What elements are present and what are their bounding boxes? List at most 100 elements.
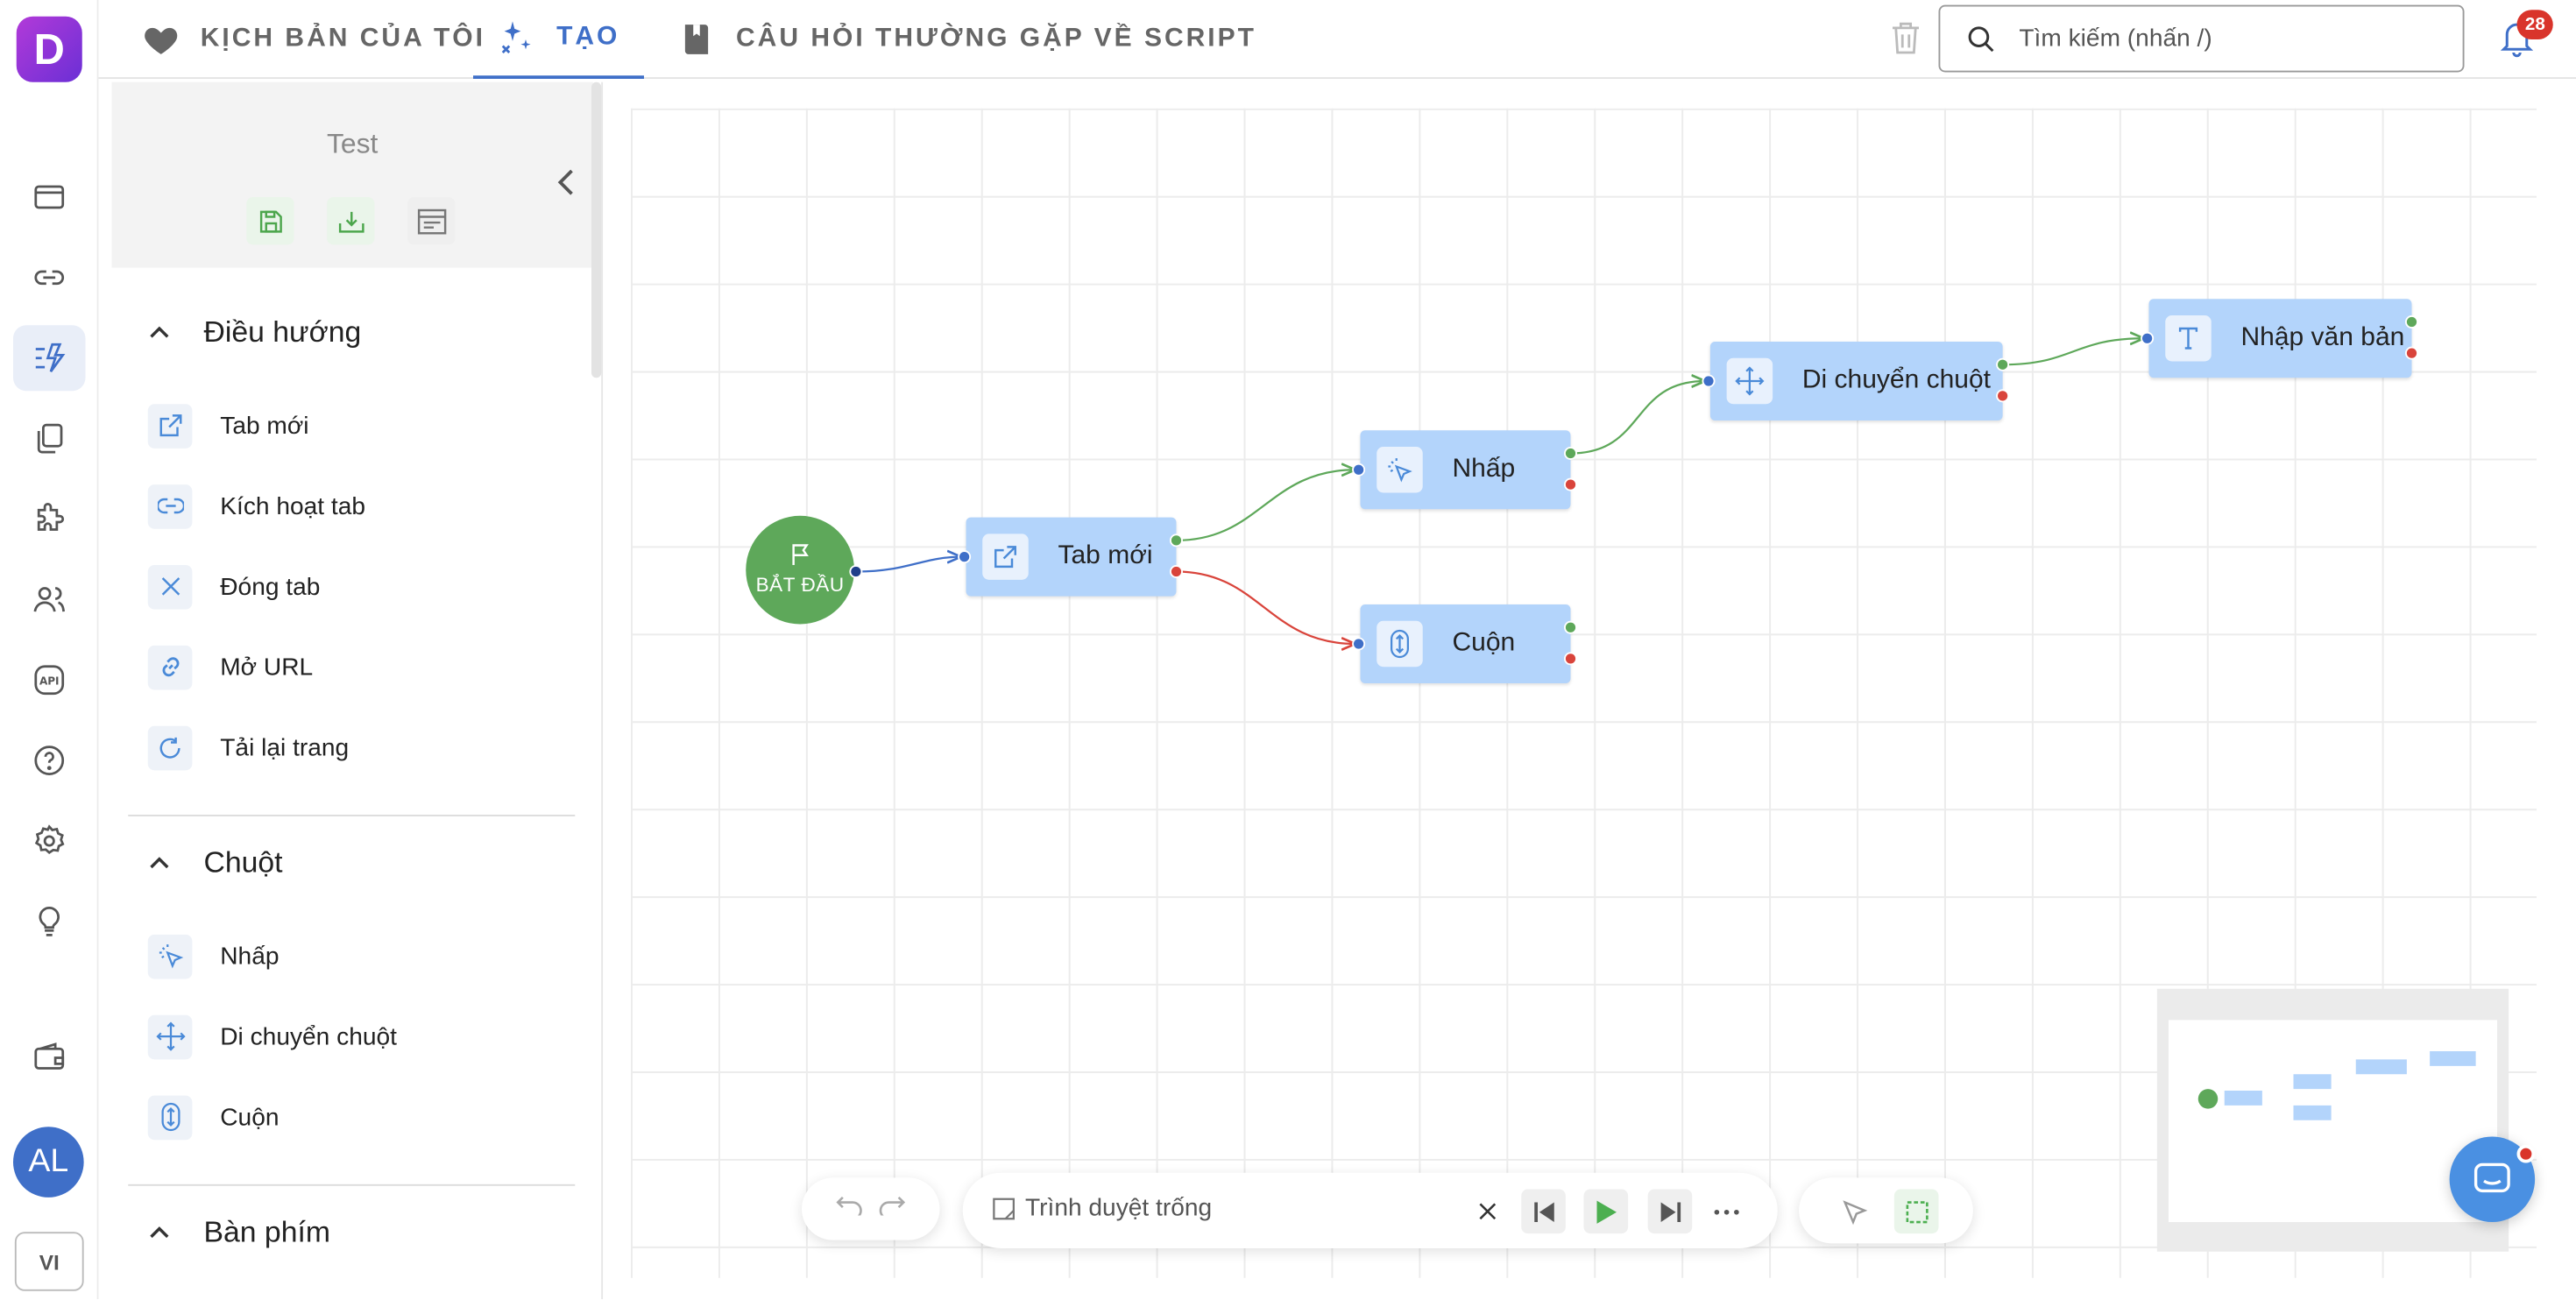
open-external-icon — [982, 533, 1029, 580]
section-navigation-header[interactable]: Điều hướng — [148, 312, 361, 351]
clear-browser-close-icon[interactable] — [1466, 1190, 1511, 1234]
user-avatar[interactable]: AL — [13, 1127, 84, 1198]
help-icon[interactable] — [13, 728, 86, 794]
run-toolbar: Trình duyệt trống — [962, 1172, 1778, 1248]
browser-selector[interactable]: Trình duyệt trống — [993, 1194, 1212, 1222]
undo-icon[interactable] — [836, 1194, 862, 1224]
chevron-up-icon — [150, 326, 169, 338]
box-select-icon[interactable] — [1893, 1189, 1939, 1234]
action-new-tab[interactable]: Tab mới — [147, 402, 309, 449]
settings-gear-icon[interactable] — [13, 809, 86, 874]
lightbulb-icon[interactable] — [13, 888, 86, 954]
minimap-viewport — [2169, 1020, 2497, 1222]
node-type-text-fail-port[interactable] — [2405, 346, 2418, 360]
start-node[interactable]: BẮT ĐẦU — [746, 515, 854, 625]
play-icon[interactable] — [1583, 1189, 1629, 1234]
team-users-icon[interactable] — [13, 567, 86, 632]
node-new-tab-success-port[interactable] — [1170, 533, 1183, 548]
action-click[interactable]: Nhấp — [147, 933, 280, 979]
link-icon[interactable] — [13, 244, 86, 310]
minimap[interactable] — [2156, 988, 2509, 1252]
node-scroll-success-port[interactable] — [1564, 620, 1577, 634]
action-close-tab[interactable]: Đóng tab — [147, 563, 320, 610]
node-move-mouse-input-port[interactable] — [1702, 374, 1716, 388]
edge-move-mouse-to-type-text — [2002, 338, 2144, 366]
node-new-tab-fail-port[interactable] — [1170, 565, 1183, 578]
save-icon[interactable] — [246, 197, 294, 245]
tab-my-scripts[interactable]: KỊCH BẢN CỦA TÔI — [141, 0, 485, 79]
skip-back-icon[interactable] — [1521, 1189, 1566, 1234]
action-label: Nhấp — [220, 942, 280, 971]
tab-script-faq-label: CÂU HỎI THƯỜNG GẶP VỀ SCRIPT — [736, 25, 1256, 53]
note-icon — [993, 1197, 1015, 1219]
import-download-icon[interactable] — [327, 197, 375, 245]
browser-window-icon[interactable] — [13, 165, 86, 230]
node-new-tab[interactable]: Tab mới — [966, 517, 1177, 597]
action-activate-tab[interactable]: Kích hoạt tab — [147, 483, 365, 529]
node-scroll[interactable]: Cuộn — [1360, 604, 1571, 683]
action-label: Cuộn — [220, 1103, 280, 1131]
language-switcher[interactable]: VI — [14, 1232, 84, 1291]
start-output-port[interactable] — [849, 565, 863, 578]
minimap-node — [2430, 1051, 2476, 1066]
node-move-mouse-fail-port[interactable] — [1996, 389, 2010, 403]
trash-icon[interactable] — [1889, 20, 1922, 65]
wallet-icon[interactable] — [13, 1025, 86, 1091]
action-move-mouse[interactable]: Di chuyển chuột — [147, 1014, 397, 1060]
node-click-input-port[interactable] — [1352, 463, 1366, 477]
app-logo[interactable]: D — [16, 16, 82, 82]
node-move-mouse-success-port[interactable] — [1996, 357, 2010, 371]
profiles-copy-icon[interactable] — [13, 406, 86, 471]
redo-icon[interactable] — [879, 1194, 906, 1224]
link-icon — [147, 484, 193, 528]
chat-icon — [2473, 1162, 2510, 1193]
search-box[interactable] — [1938, 4, 2465, 73]
node-move-mouse[interactable]: Di chuyển chuột — [1709, 342, 2003, 420]
book-icon — [684, 25, 709, 54]
node-type-text-success-port[interactable] — [2405, 315, 2418, 329]
minimap-node — [2293, 1074, 2332, 1090]
collapse-panel-chevron-icon[interactable] — [556, 167, 578, 205]
node-click-fail-port[interactable] — [1564, 477, 1577, 491]
node-click-success-port[interactable] — [1564, 447, 1577, 460]
chat-unread-dot — [2516, 1144, 2536, 1163]
script-automation-icon[interactable] — [13, 325, 86, 392]
action-reload-page[interactable]: Tải lại trang — [147, 724, 349, 771]
cursor-click-icon — [1376, 447, 1423, 493]
section-keyboard-header[interactable]: Bàn phím — [148, 1212, 330, 1252]
panel-scrollbar[interactable] — [591, 81, 602, 378]
start-node-label: BẮT ĐẦU — [755, 573, 845, 597]
skip-forward-icon[interactable] — [1647, 1189, 1693, 1234]
section-mouse-header[interactable]: Chuột — [148, 843, 283, 882]
node-type-text[interactable]: Nhập văn bản — [2148, 299, 2412, 378]
node-scroll-fail-port[interactable] — [1564, 652, 1577, 666]
section-mouse-title: Chuột — [203, 844, 283, 879]
node-label: Cuộn — [1452, 629, 1516, 657]
script-name[interactable]: Test — [112, 128, 593, 161]
tab-create-label: TẠO — [556, 23, 620, 52]
node-new-tab-input-port[interactable] — [958, 550, 972, 564]
node-scroll-input-port[interactable] — [1352, 637, 1366, 651]
details-form-icon[interactable] — [407, 197, 456, 245]
action-scroll[interactable]: Cuộn — [147, 1094, 280, 1141]
close-x-icon — [147, 564, 193, 609]
api-icon[interactable]: API — [13, 647, 86, 713]
action-open-url[interactable]: Mở URL — [147, 644, 313, 690]
node-click[interactable]: Nhấp — [1360, 430, 1571, 510]
node-type-text-input-port[interactable] — [2141, 331, 2155, 345]
pointer-select-icon[interactable] — [1832, 1190, 1877, 1234]
search-input[interactable] — [2019, 25, 2431, 53]
node-label: Tab mới — [1058, 541, 1153, 570]
section-divider — [128, 815, 576, 816]
tab-create[interactable]: TẠO — [473, 0, 644, 79]
heart-icon — [145, 27, 178, 54]
action-label: Tab mới — [220, 411, 309, 440]
tab-script-faq[interactable]: CÂU HỎI THƯỜNG GẶP VỀ SCRIPT — [677, 0, 1256, 79]
node-label: Nhập văn bản — [2240, 323, 2405, 352]
minimap-node — [2224, 1091, 2262, 1106]
extension-puzzle-icon[interactable] — [13, 486, 86, 552]
chain-link-icon — [147, 644, 193, 689]
more-options-icon[interactable] — [1703, 1190, 1748, 1234]
svg-text:API: API — [39, 675, 60, 687]
flag-icon — [792, 544, 809, 565]
